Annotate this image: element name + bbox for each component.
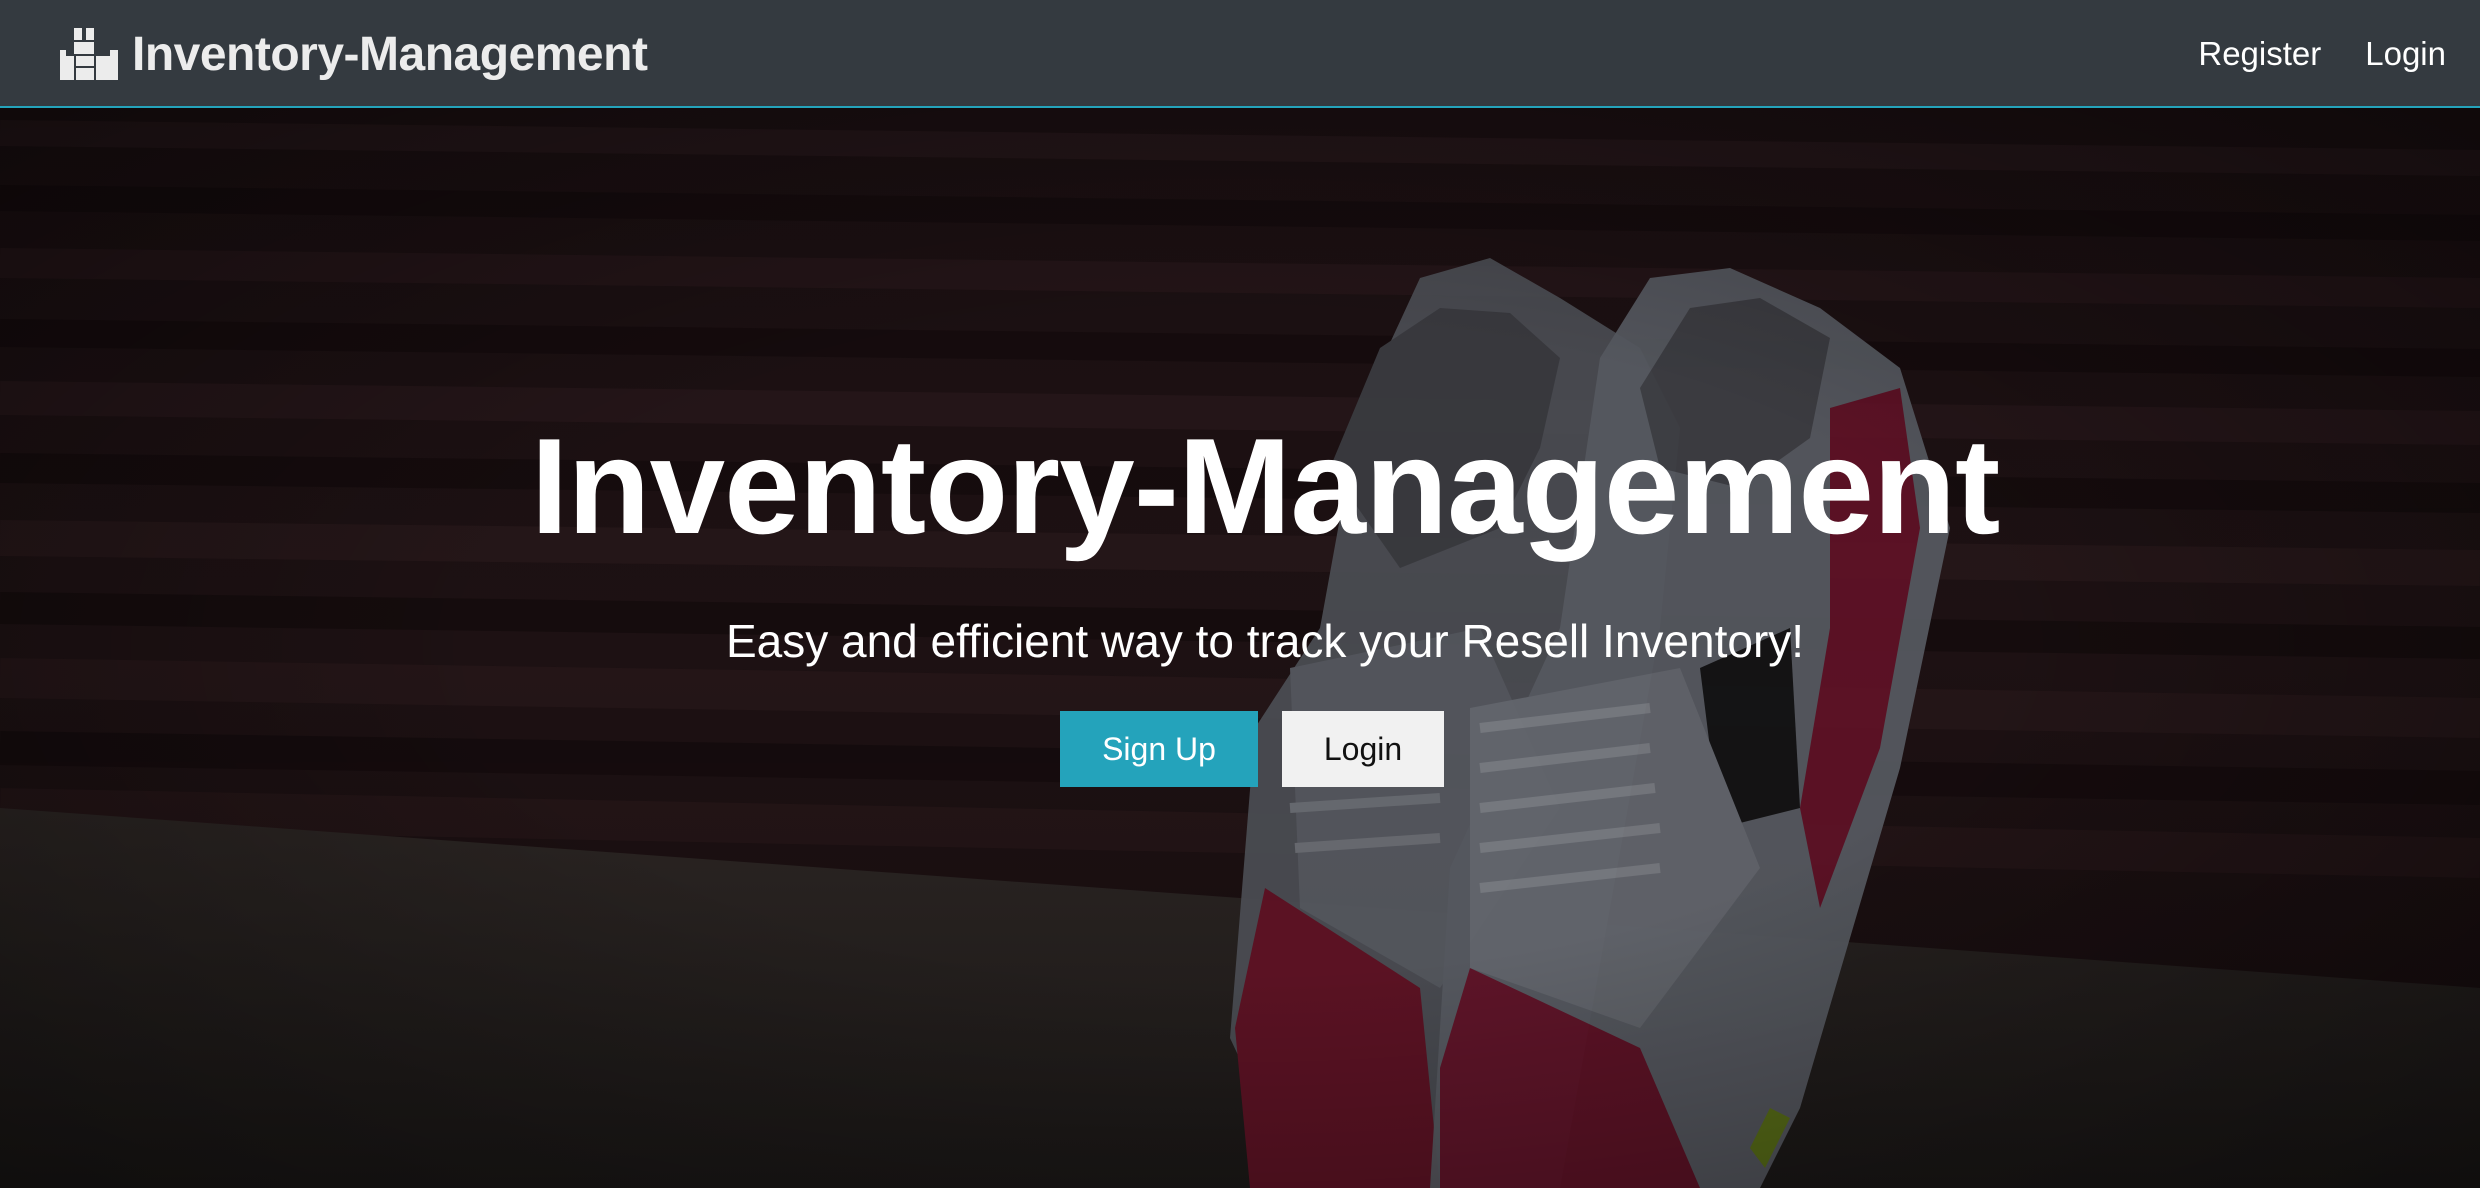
landing-page: Inventory-Management Register Login Inve… — [0, 0, 2480, 1188]
nav-links: Register Login — [2154, 0, 2446, 108]
hero-section: Inventory-Management Easy and efficient … — [0, 108, 2480, 1188]
hero-buttons: Sign Up Login — [1060, 711, 1444, 787]
nav-register-link[interactable]: Register — [2198, 35, 2321, 73]
sign-up-button[interactable]: Sign Up — [1060, 711, 1258, 787]
navbar: Inventory-Management Register Login — [0, 0, 2480, 108]
hero-content: Inventory-Management Easy and efficient … — [0, 108, 2480, 1188]
boxes-icon — [60, 28, 118, 80]
hero-title: Inventory-Management — [530, 410, 2001, 562]
brand-title: Inventory-Management — [132, 27, 648, 81]
brand-link[interactable]: Inventory-Management — [60, 0, 648, 108]
hero-subtitle: Easy and efficient way to track your Res… — [725, 615, 1805, 667]
nav-login-link[interactable]: Login — [2365, 35, 2446, 73]
login-button[interactable]: Login — [1282, 711, 1444, 787]
